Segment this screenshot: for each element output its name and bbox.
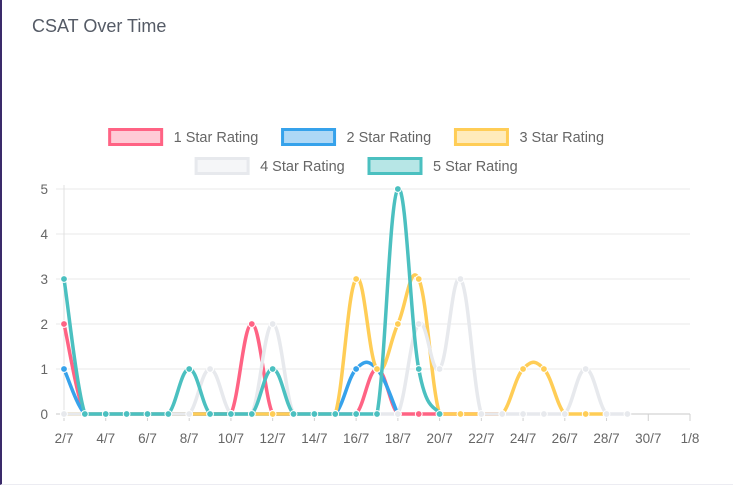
data-point [519, 410, 527, 418]
series-line [62, 273, 609, 416]
data-point [247, 320, 256, 328]
csat-line-chart: 1 Star Rating 2 Star Rating 3 Star Rating 4… [40, 128, 700, 446]
x-tick-label: 4/7 [96, 431, 115, 446]
data-point [560, 410, 569, 418]
x-tick-label: 20/7 [426, 431, 452, 446]
data-point [310, 410, 319, 418]
x-tick-label: 12/7 [260, 431, 286, 446]
legend-item[interactable]: 5 Star Rating [367, 157, 518, 176]
data-point [414, 365, 423, 373]
data-point [143, 410, 152, 418]
data-point [227, 410, 235, 418]
data-point [352, 410, 361, 418]
x-tick-label: 2/7 [55, 431, 74, 446]
data-point [498, 410, 507, 418]
legend-item[interactable]: 1 Star Rating [108, 128, 259, 147]
legend-label: 1 Star Rating [174, 130, 259, 146]
legend-item[interactable]: 2 Star Rating [281, 128, 432, 147]
y-tick-label: 1 [40, 362, 48, 377]
legend-swatch [367, 157, 423, 175]
data-point [414, 275, 423, 283]
data-point [289, 410, 298, 418]
data-point [373, 410, 381, 418]
y-tick-label: 5 [40, 182, 48, 197]
data-point [393, 320, 402, 328]
data-point [456, 410, 465, 418]
data-point [352, 275, 361, 283]
data-point [80, 410, 89, 418]
data-point [268, 365, 277, 373]
data-point [373, 365, 381, 373]
data-point [393, 185, 402, 193]
x-tick-label: 30/7 [635, 431, 661, 446]
y-axis: 0 1 2 3 4 5 [40, 182, 48, 422]
data-point [540, 365, 548, 373]
legend-item[interactable]: 4 Star Rating [194, 157, 345, 176]
data-point [435, 410, 444, 418]
data-point [206, 410, 214, 418]
legend-swatch [453, 128, 509, 146]
legend-label: 3 Star Rating [519, 130, 604, 146]
x-tick-label: 1/8 [681, 431, 700, 446]
x-axis: 2/7 4/7 6/7 8/7 10/7 12/7 14/7 16/7 18/7 20/7 22/7… [55, 414, 700, 446]
y-tick-label: 4 [40, 227, 48, 242]
series-3-star-rating [60, 273, 611, 418]
data-point [414, 320, 423, 328]
data-point [185, 365, 194, 373]
data-point [60, 275, 68, 283]
series-line [62, 360, 400, 416]
data-point [268, 320, 277, 328]
data-point [435, 365, 444, 373]
data-point [164, 410, 173, 418]
legend-item[interactable]: 3 Star Rating [453, 128, 604, 147]
data-point [60, 410, 68, 418]
data-point [581, 365, 590, 373]
legend-label: 5 Star Rating [433, 159, 518, 175]
x-tick-label: 14/7 [301, 431, 327, 446]
data-point [206, 365, 214, 373]
legend-swatch [108, 128, 164, 146]
x-tick-label: 16/7 [343, 431, 369, 446]
data-point [393, 410, 402, 418]
data-point [247, 410, 256, 418]
x-tick-label: 26/7 [552, 431, 578, 446]
data-point [122, 410, 131, 418]
data-point [414, 410, 423, 418]
data-point [60, 365, 68, 373]
legend-label: 2 Star Rating [347, 130, 432, 146]
data-point [268, 410, 277, 418]
x-tick-label: 10/7 [218, 431, 244, 446]
data-point [331, 410, 340, 418]
y-tick-label: 2 [40, 317, 48, 332]
data-point [352, 365, 361, 373]
x-tick-label: 6/7 [138, 431, 157, 446]
data-point [456, 275, 465, 283]
data-point [623, 410, 632, 418]
legend-label: 4 Star Rating [260, 159, 345, 175]
x-tick-label: 22/7 [468, 431, 494, 446]
data-point [581, 410, 590, 418]
x-tick-label: 8/7 [180, 431, 199, 446]
series-group [60, 185, 632, 418]
x-tick-label: 24/7 [510, 431, 536, 446]
x-tick-label: 18/7 [385, 431, 411, 446]
data-point [101, 410, 110, 418]
data-point [60, 320, 68, 328]
data-point [185, 410, 194, 418]
legend-swatch [194, 157, 250, 175]
legend[interactable]: 1 Star Rating 2 Star Rating 3 Star Rating 4… [108, 128, 604, 176]
data-point [519, 365, 527, 373]
data-point [540, 410, 548, 418]
x-tick-label: 28/7 [593, 431, 619, 446]
y-tick-label: 0 [40, 407, 48, 422]
data-point [477, 410, 486, 418]
data-point [602, 410, 611, 418]
legend-swatch [281, 128, 337, 146]
y-tick-label: 3 [40, 272, 48, 287]
